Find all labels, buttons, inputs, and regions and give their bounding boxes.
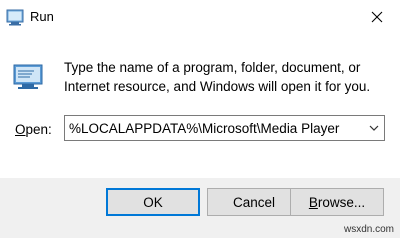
open-label-rest: pen: [25, 122, 52, 137]
browse-accesskey: B [308, 194, 318, 210]
watermark: wsxdn.com [343, 224, 394, 235]
run-large-icon [13, 64, 43, 89]
open-label-accesskey: O [15, 122, 26, 137]
close-icon [371, 11, 383, 23]
chevron-down-icon [369, 125, 379, 131]
run-dialog: Run Type the name of a program, folder, … [0, 0, 400, 238]
browse-button[interactable]: Browse... [290, 188, 384, 216]
cancel-button[interactable]: Cancel [207, 188, 301, 216]
title-bar: Run [0, 0, 400, 34]
open-combobox[interactable]: %LOCALAPPDATA%\Microsoft\Media Player [64, 115, 385, 141]
ok-button[interactable]: OK [106, 188, 200, 216]
open-input[interactable]: %LOCALAPPDATA%\Microsoft\Media Player [69, 121, 339, 136]
combo-dropdown-button[interactable] [367, 120, 381, 136]
run-description: Type the name of a program, folder, docu… [64, 60, 371, 94]
browse-label-rest: rowse... [317, 194, 366, 210]
open-label: Open: [15, 122, 52, 137]
window-title: Run [30, 9, 54, 24]
close-button[interactable] [354, 0, 400, 34]
run-app-icon [6, 9, 24, 26]
